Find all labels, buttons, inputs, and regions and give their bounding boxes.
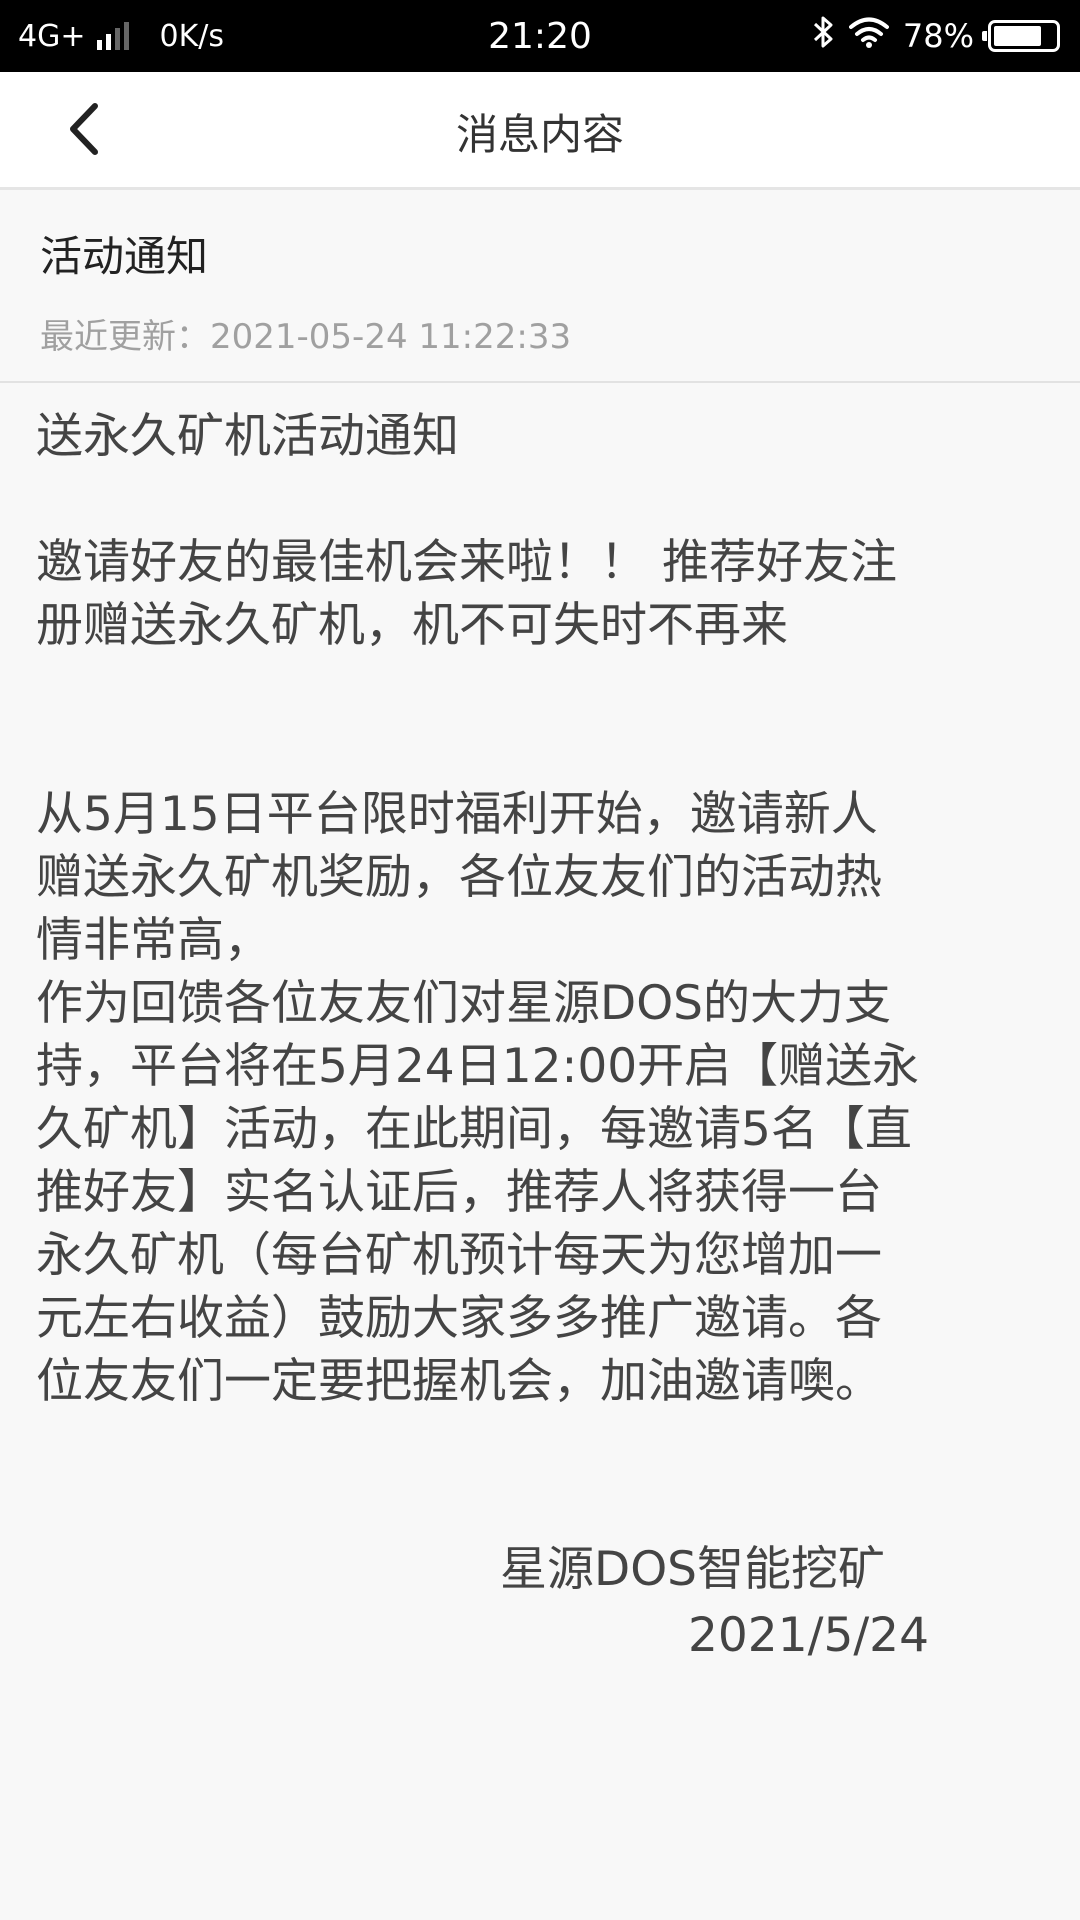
body-line: 从5月15日平台限时福利开始，邀请新人 [36, 787, 878, 842]
message-updated: 最近更新：2021-05-24 11:22:33 [40, 309, 571, 358]
body-line: 位友友们一定要把握机会，加油邀请噢。 [36, 1354, 882, 1409]
battery-percent: 78% [902, 17, 974, 55]
message-body: 送永久矿机活动通知 邀请好友的最佳机会来啦！！ 推荐好友注 册赠送永久矿机，机不… [36, 405, 1046, 1413]
status-bar: 4G+ 0K/s 21:20 78% [0, 0, 1080, 72]
battery-fill [994, 26, 1041, 46]
signature-date: 2021/5/24 [688, 1608, 929, 1663]
battery-icon [982, 20, 1060, 52]
body-line: 久矿机】活动，在此期间，每邀请5名【直 [36, 1102, 912, 1157]
body-line: 赠送永久矿机奖励，各位友友们的活动热 [36, 850, 882, 905]
body-line: 持，平台将在5月24日12:00开启【赠送永 [36, 1039, 920, 1094]
message-heading: 送永久矿机活动通知 [36, 409, 459, 464]
updated-label: 最近更新： [40, 317, 210, 357]
nav-bar: 消息内容 [0, 72, 1080, 190]
message-header: 活动通知 最近更新：2021-05-24 11:22:33 [0, 193, 1080, 383]
page-title: 消息内容 [455, 109, 624, 159]
body-line: 情非常高， [36, 913, 271, 968]
message-title: 活动通知 [40, 232, 209, 281]
updated-time: 2021-05-24 11:22:33 [210, 317, 572, 357]
intro-line: 册赠送永久矿机，机不可失时不再来 [36, 598, 788, 653]
body-line: 永久矿机（每台矿机预计每天为您增加一 [36, 1228, 882, 1283]
status-right: 78% [813, 0, 1060, 72]
bluetooth-icon [813, 15, 835, 57]
signature: 星源DOS智能挖矿 [500, 1542, 886, 1597]
body-line: 元左右收益）鼓励大家多多推广邀请。各 [36, 1291, 882, 1346]
intro-line: 邀请好友的最佳机会来啦！！ 推荐好友注 [36, 535, 897, 590]
wifi-icon [848, 16, 889, 56]
body-line: 作为回馈各位友友们对星源DOS的大力支 [36, 976, 892, 1031]
body-line: 推好友】实名认证后，推荐人将获得一台 [36, 1165, 882, 1220]
